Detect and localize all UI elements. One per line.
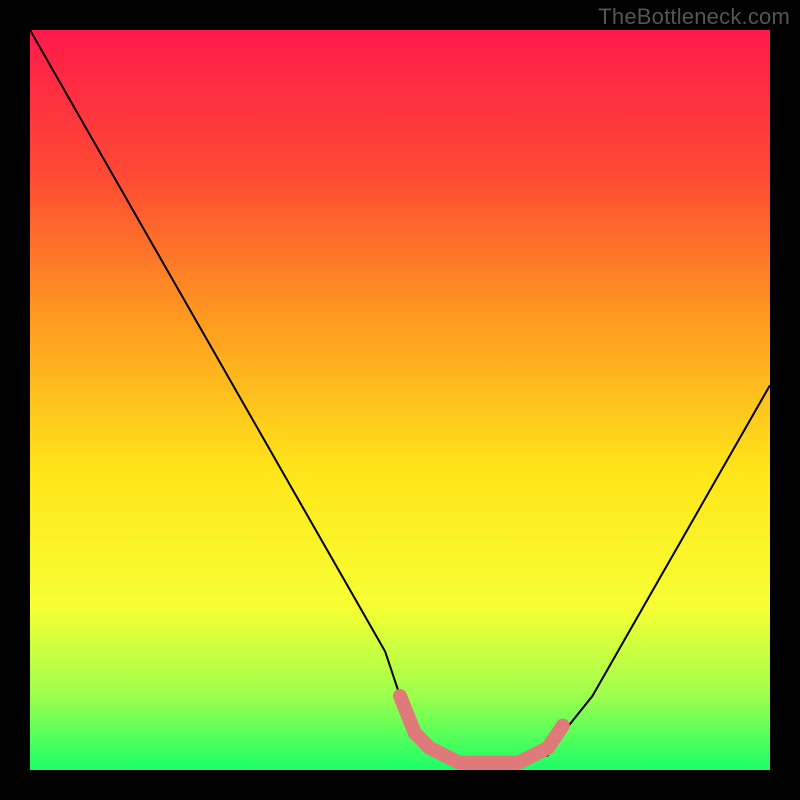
gradient-background bbox=[30, 30, 770, 770]
chart-svg bbox=[30, 30, 770, 770]
chart-frame: TheBottleneck.com bbox=[0, 0, 800, 800]
watermark-text: TheBottleneck.com bbox=[598, 4, 790, 30]
plot-area bbox=[30, 30, 770, 770]
